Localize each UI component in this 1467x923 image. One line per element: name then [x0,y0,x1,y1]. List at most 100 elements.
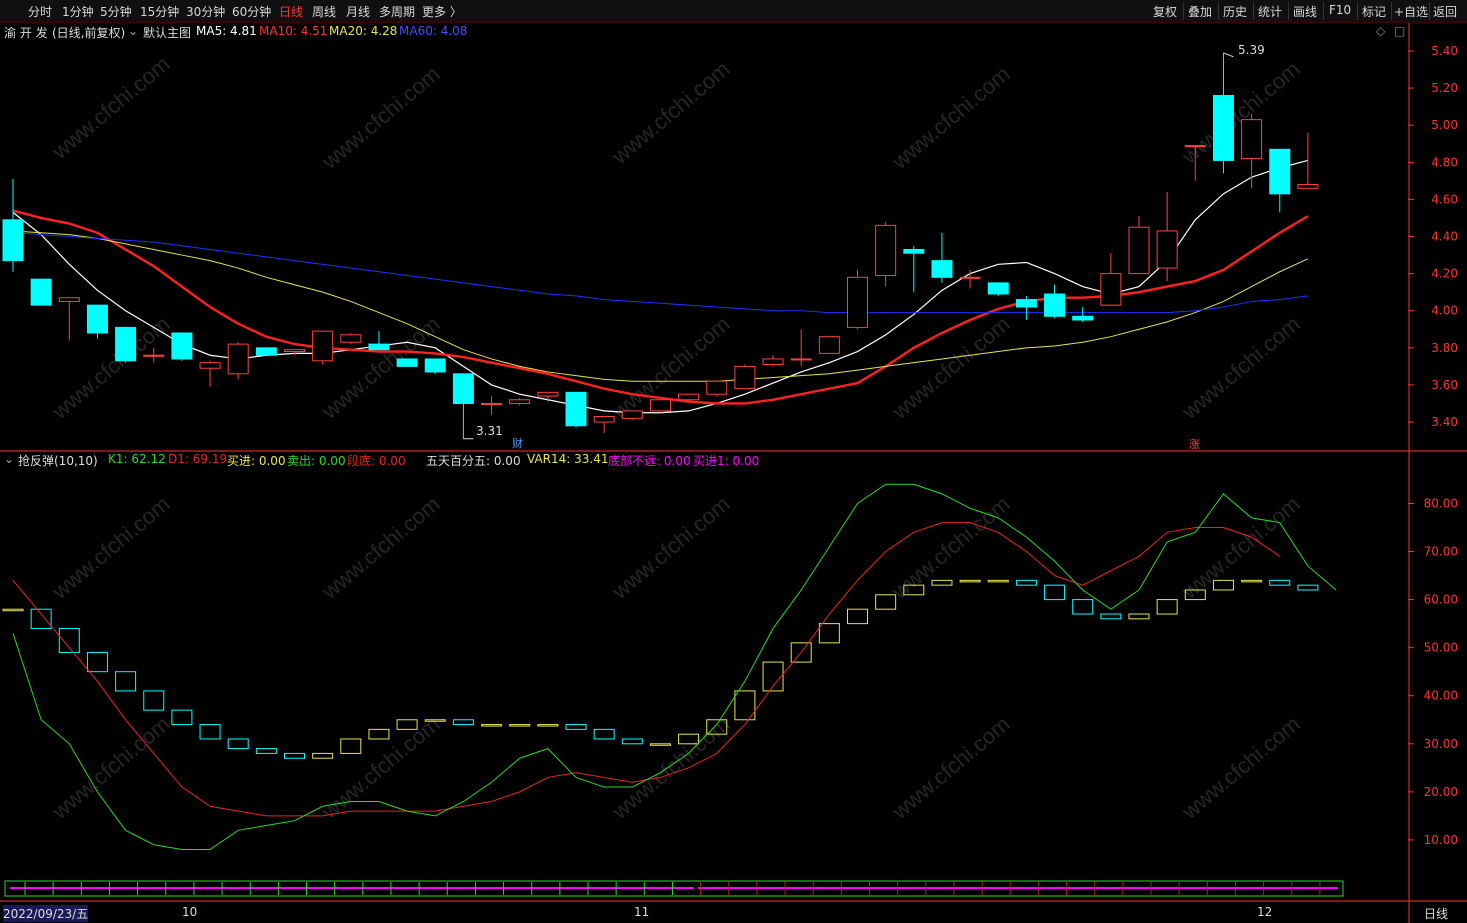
low-price-label: 3.31 [476,424,503,438]
var14-box [1100,613,1122,620]
var14-label: VAR14: 33.41 [527,452,609,466]
indicator-tick-label: 40.00 [1424,689,1458,703]
period-tab-30min[interactable]: 30分钟 [186,3,225,20]
candle-body [1072,315,1094,321]
period-tab-fenshi[interactable]: 分时 [28,3,52,20]
candle-body [199,362,221,369]
tool-mark-button[interactable]: 标记 [1362,3,1386,20]
watermark-text: www.cfchi.com [606,491,734,604]
candle-body [1044,293,1066,317]
period-tab-1min[interactable]: 1分钟 [62,3,94,20]
limit-up-badge[interactable]: 涨 [1189,436,1200,452]
tool-adjust-button[interactable]: 复权 [1153,3,1177,20]
stock-name: 渝 开 发 [4,26,48,40]
indicator-tick-label: 60.00 [1424,593,1458,607]
indicator-tick-label: 70.00 [1424,545,1458,559]
candlestick [171,332,193,361]
indicator-tick-label: 10.00 [1424,833,1458,847]
candlestick [227,342,249,380]
tool-back-button[interactable]: 返回 [1433,3,1457,20]
candle-body [368,343,390,351]
var14-box [1072,599,1094,615]
price-tick-label: 3.60 [1431,378,1458,392]
period-tab-monthly[interactable]: 月线 [346,3,370,20]
first-date-label: 2022/09/23/五 [3,905,89,922]
tool-draw-button[interactable]: 画线 [1293,3,1317,20]
var14-box [255,748,277,754]
var14-box [509,724,531,727]
period-tab-weekly[interactable]: 周线 [312,3,336,20]
var14-box [452,719,474,726]
price-tick-label: 5.20 [1431,81,1458,95]
candle-body [875,224,897,276]
candlestick [734,364,756,390]
period-toolbar: 分时 1分钟 5分钟 15分钟 30分钟 60分钟 日线 周线 月线 多周期 更… [0,0,1467,23]
diamond-icon[interactable]: ◇ [1376,24,1385,38]
candle-body [1015,299,1037,308]
var14-box [1297,584,1319,591]
var14-box [593,728,615,740]
signal-bar [4,880,1344,897]
price-tick-label: 5.40 [1431,44,1458,58]
var14-box [1156,599,1178,615]
d1-label: D1: 69.19 [168,452,228,466]
chevron-down-icon[interactable]: ⌄ [4,452,14,466]
candlestick [621,410,643,421]
var14-box [1044,584,1066,601]
candlestick [396,358,418,367]
candle-body [790,358,812,361]
candlestick [86,304,108,339]
period-tab-daily[interactable]: 日线 [279,3,303,20]
finance-badge[interactable]: 财 [512,435,523,451]
indicator-tick-label: 50.00 [1424,641,1458,655]
tool-overlay-button[interactable]: 叠加 [1188,3,1212,20]
candlestick [1072,307,1094,322]
sub-indicator-name[interactable]: 抢反弹(10,10) [18,452,98,469]
candlestick [1156,191,1178,282]
tool-stats-button[interactable]: 统计 [1258,3,1282,20]
candlestick [368,331,390,351]
candlestick [199,360,221,387]
candlestick [649,399,671,413]
candlestick [481,396,503,415]
price-tick-label: 4.00 [1431,304,1458,318]
watermark-text: www.cfchi.com [316,491,444,604]
candle-body [86,304,108,334]
period-tab-15min[interactable]: 15分钟 [140,3,179,20]
candlestick [452,373,474,439]
candle-body [1128,226,1150,275]
indicator-tick-label: 20.00 [1424,785,1458,799]
var14-box [284,752,305,759]
candlestick [875,221,897,287]
period-tab-more[interactable]: 更多 〉 [422,3,462,20]
period-tab-5min[interactable]: 5分钟 [100,3,132,20]
square-icon[interactable]: □ [1394,24,1405,38]
tool-watchlist-button[interactable]: +自选 [1394,3,1428,20]
candle-body [1212,95,1234,161]
candle-body [987,282,1009,295]
candlestick [115,326,137,363]
price-tick-label: 5.00 [1431,118,1458,132]
candle-body [509,399,531,404]
var14-box [199,724,221,740]
main-indicator-name[interactable]: 默认主图 [143,24,191,41]
period-tab-multi[interactable]: 多周期 [379,3,415,20]
watermark-text: www.cfchi.com [46,51,174,164]
chevron-down-icon[interactable]: ⌄ [128,24,138,38]
tool-f10-button[interactable]: F10 [1329,3,1351,17]
buy-label: 买进: 0.00 [227,454,286,468]
candlestick [565,391,587,428]
var14-box [115,671,137,692]
candlestick [537,391,559,402]
candle-body [734,365,756,390]
bottom-period-button[interactable]: 日线 [1424,905,1448,922]
candle-body [30,278,52,306]
tool-history-button[interactable]: 历史 [1223,3,1247,20]
price-tick-label: 4.60 [1431,192,1458,206]
candle-body [227,343,249,375]
high-pointer [1223,52,1234,58]
period-tab-60min[interactable]: 60分钟 [232,3,271,20]
var14-box [2,608,24,612]
price-tick-label: 4.40 [1431,230,1458,244]
candle-body [1100,273,1122,306]
